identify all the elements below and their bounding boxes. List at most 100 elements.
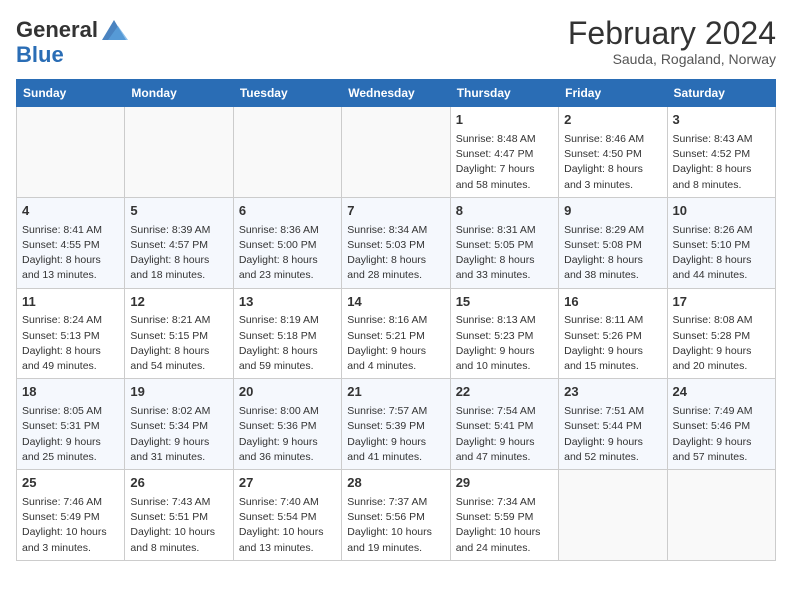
day-number: 15 bbox=[456, 293, 553, 312]
calendar-cell: 17Sunrise: 8:08 AM Sunset: 5:28 PM Dayli… bbox=[667, 288, 775, 379]
day-number: 28 bbox=[347, 474, 444, 493]
title-area: February 2024 Sauda, Rogaland, Norway bbox=[568, 16, 776, 67]
day-number: 9 bbox=[564, 202, 661, 221]
calendar-week-row: 11Sunrise: 8:24 AM Sunset: 5:13 PM Dayli… bbox=[17, 288, 776, 379]
day-number: 8 bbox=[456, 202, 553, 221]
day-info: Sunrise: 8:48 AM Sunset: 4:47 PM Dayligh… bbox=[456, 132, 553, 193]
calendar-cell: 2Sunrise: 8:46 AM Sunset: 4:50 PM Daylig… bbox=[559, 107, 667, 198]
calendar-cell: 15Sunrise: 8:13 AM Sunset: 5:23 PM Dayli… bbox=[450, 288, 558, 379]
day-number: 10 bbox=[673, 202, 770, 221]
calendar-week-row: 4 Sunrise: 8:41 AM Sunset: 4:55 PM Daylig… bbox=[17, 197, 776, 288]
calendar-header-sunday: Sunday bbox=[17, 80, 125, 107]
day-number: 20 bbox=[239, 383, 336, 402]
day-info: Sunrise: 8:43 AM Sunset: 4:52 PM Dayligh… bbox=[673, 132, 770, 193]
calendar-cell: 16Sunrise: 8:11 AM Sunset: 5:26 PM Dayli… bbox=[559, 288, 667, 379]
day-info: Sunrise: 8:29 AM Sunset: 5:08 PM Dayligh… bbox=[564, 223, 661, 284]
day-number: 25 bbox=[22, 474, 119, 493]
day-info: Sunrise: 8:05 AM Sunset: 5:31 PM Dayligh… bbox=[22, 404, 119, 465]
logo-blue: Blue bbox=[16, 42, 64, 67]
day-number: 29 bbox=[456, 474, 553, 493]
day-info: Sunrise: 7:51 AM Sunset: 5:44 PM Dayligh… bbox=[564, 404, 661, 465]
day-info: Sunrise: 8:19 AM Sunset: 5:18 PM Dayligh… bbox=[239, 313, 336, 374]
calendar-cell: 29 Sunrise: 7:34 AM Sunset: 5:59 PM Dayli… bbox=[450, 470, 558, 561]
day-info: Sunrise: 8:39 AM Sunset: 4:57 PM Dayligh… bbox=[130, 223, 227, 284]
day-number: 7 bbox=[347, 202, 444, 221]
day-info: Sunrise: 8:13 AM Sunset: 5:23 PM Dayligh… bbox=[456, 313, 553, 374]
calendar-cell: 23Sunrise: 7:51 AM Sunset: 5:44 PM Dayli… bbox=[559, 379, 667, 470]
calendar-header-saturday: Saturday bbox=[667, 80, 775, 107]
day-info: Sunrise: 7:57 AM Sunset: 5:39 PM Dayligh… bbox=[347, 404, 444, 465]
calendar-cell: 9 Sunrise: 8:29 AM Sunset: 5:08 PM Daylig… bbox=[559, 197, 667, 288]
day-info: Sunrise: 8:16 AM Sunset: 5:21 PM Dayligh… bbox=[347, 313, 444, 374]
calendar-cell bbox=[342, 107, 450, 198]
calendar-cell: 8 Sunrise: 8:31 AM Sunset: 5:05 PM Daylig… bbox=[450, 197, 558, 288]
day-number: 2 bbox=[564, 111, 661, 130]
calendar-header-row: SundayMondayTuesdayWednesdayThursdayFrid… bbox=[17, 80, 776, 107]
calendar-cell bbox=[667, 470, 775, 561]
day-info: Sunrise: 7:37 AM Sunset: 5:56 PM Dayligh… bbox=[347, 495, 444, 556]
logo-icon bbox=[100, 16, 128, 44]
day-number: 13 bbox=[239, 293, 336, 312]
day-number: 24 bbox=[673, 383, 770, 402]
calendar-cell: 13Sunrise: 8:19 AM Sunset: 5:18 PM Dayli… bbox=[233, 288, 341, 379]
day-info: Sunrise: 8:11 AM Sunset: 5:26 PM Dayligh… bbox=[564, 313, 661, 374]
day-info: Sunrise: 8:00 AM Sunset: 5:36 PM Dayligh… bbox=[239, 404, 336, 465]
day-info: Sunrise: 8:21 AM Sunset: 5:15 PM Dayligh… bbox=[130, 313, 227, 374]
day-number: 14 bbox=[347, 293, 444, 312]
day-info: Sunrise: 8:26 AM Sunset: 5:10 PM Dayligh… bbox=[673, 223, 770, 284]
day-info: Sunrise: 8:36 AM Sunset: 5:00 PM Dayligh… bbox=[239, 223, 336, 284]
day-info: Sunrise: 7:34 AM Sunset: 5:59 PM Dayligh… bbox=[456, 495, 553, 556]
calendar-week-row: 1Sunrise: 8:48 AM Sunset: 4:47 PM Daylig… bbox=[17, 107, 776, 198]
day-number: 27 bbox=[239, 474, 336, 493]
day-number: 12 bbox=[130, 293, 227, 312]
day-number: 4 bbox=[22, 202, 119, 221]
day-number: 5 bbox=[130, 202, 227, 221]
day-info: Sunrise: 7:49 AM Sunset: 5:46 PM Dayligh… bbox=[673, 404, 770, 465]
calendar-cell: 14Sunrise: 8:16 AM Sunset: 5:21 PM Dayli… bbox=[342, 288, 450, 379]
calendar-cell: 3 Sunrise: 8:43 AM Sunset: 4:52 PM Daylig… bbox=[667, 107, 775, 198]
header: General Blue February 2024 Sauda, Rogala… bbox=[16, 16, 776, 67]
calendar-header-monday: Monday bbox=[125, 80, 233, 107]
day-info: Sunrise: 7:46 AM Sunset: 5:49 PM Dayligh… bbox=[22, 495, 119, 556]
calendar-cell: 28 Sunrise: 7:37 AM Sunset: 5:56 PM Dayli… bbox=[342, 470, 450, 561]
calendar-cell: 19Sunrise: 8:02 AM Sunset: 5:34 PM Dayli… bbox=[125, 379, 233, 470]
day-number: 3 bbox=[673, 111, 770, 130]
day-info: Sunrise: 8:34 AM Sunset: 5:03 PM Dayligh… bbox=[347, 223, 444, 284]
calendar-header-wednesday: Wednesday bbox=[342, 80, 450, 107]
calendar-cell: 24 Sunrise: 7:49 AM Sunset: 5:46 PM Dayli… bbox=[667, 379, 775, 470]
day-info: Sunrise: 7:40 AM Sunset: 5:54 PM Dayligh… bbox=[239, 495, 336, 556]
calendar-cell: 26 Sunrise: 7:43 AM Sunset: 5:51 PM Dayli… bbox=[125, 470, 233, 561]
day-info: Sunrise: 8:41 AM Sunset: 4:55 PM Dayligh… bbox=[22, 223, 119, 284]
calendar-cell: 20 Sunrise: 8:00 AM Sunset: 5:36 PM Dayli… bbox=[233, 379, 341, 470]
day-number: 22 bbox=[456, 383, 553, 402]
calendar-cell: 11Sunrise: 8:24 AM Sunset: 5:13 PM Dayli… bbox=[17, 288, 125, 379]
calendar-cell: 4 Sunrise: 8:41 AM Sunset: 4:55 PM Daylig… bbox=[17, 197, 125, 288]
logo-general: General bbox=[16, 19, 98, 41]
day-info: Sunrise: 7:54 AM Sunset: 5:41 PM Dayligh… bbox=[456, 404, 553, 465]
day-number: 16 bbox=[564, 293, 661, 312]
calendar-cell bbox=[233, 107, 341, 198]
calendar-cell bbox=[125, 107, 233, 198]
calendar-cell: 7 Sunrise: 8:34 AM Sunset: 5:03 PM Daylig… bbox=[342, 197, 450, 288]
day-info: Sunrise: 8:24 AM Sunset: 5:13 PM Dayligh… bbox=[22, 313, 119, 374]
day-number: 17 bbox=[673, 293, 770, 312]
calendar-week-row: 18 Sunrise: 8:05 AM Sunset: 5:31 PM Dayli… bbox=[17, 379, 776, 470]
calendar-cell bbox=[17, 107, 125, 198]
calendar-header-friday: Friday bbox=[559, 80, 667, 107]
day-info: Sunrise: 8:31 AM Sunset: 5:05 PM Dayligh… bbox=[456, 223, 553, 284]
calendar-cell: 12Sunrise: 8:21 AM Sunset: 5:15 PM Dayli… bbox=[125, 288, 233, 379]
day-number: 18 bbox=[22, 383, 119, 402]
day-number: 26 bbox=[130, 474, 227, 493]
calendar-cell: 1Sunrise: 8:48 AM Sunset: 4:47 PM Daylig… bbox=[450, 107, 558, 198]
calendar-cell: 18 Sunrise: 8:05 AM Sunset: 5:31 PM Dayli… bbox=[17, 379, 125, 470]
calendar-header-thursday: Thursday bbox=[450, 80, 558, 107]
calendar-cell: 25 Sunrise: 7:46 AM Sunset: 5:49 PM Dayli… bbox=[17, 470, 125, 561]
calendar-table: SundayMondayTuesdayWednesdayThursdayFrid… bbox=[16, 79, 776, 561]
day-number: 11 bbox=[22, 293, 119, 312]
calendar-week-row: 25 Sunrise: 7:46 AM Sunset: 5:49 PM Dayli… bbox=[17, 470, 776, 561]
day-info: Sunrise: 7:43 AM Sunset: 5:51 PM Dayligh… bbox=[130, 495, 227, 556]
day-number: 19 bbox=[130, 383, 227, 402]
calendar-cell: 21Sunrise: 7:57 AM Sunset: 5:39 PM Dayli… bbox=[342, 379, 450, 470]
calendar-cell bbox=[559, 470, 667, 561]
page-subtitle: Sauda, Rogaland, Norway bbox=[568, 51, 776, 67]
